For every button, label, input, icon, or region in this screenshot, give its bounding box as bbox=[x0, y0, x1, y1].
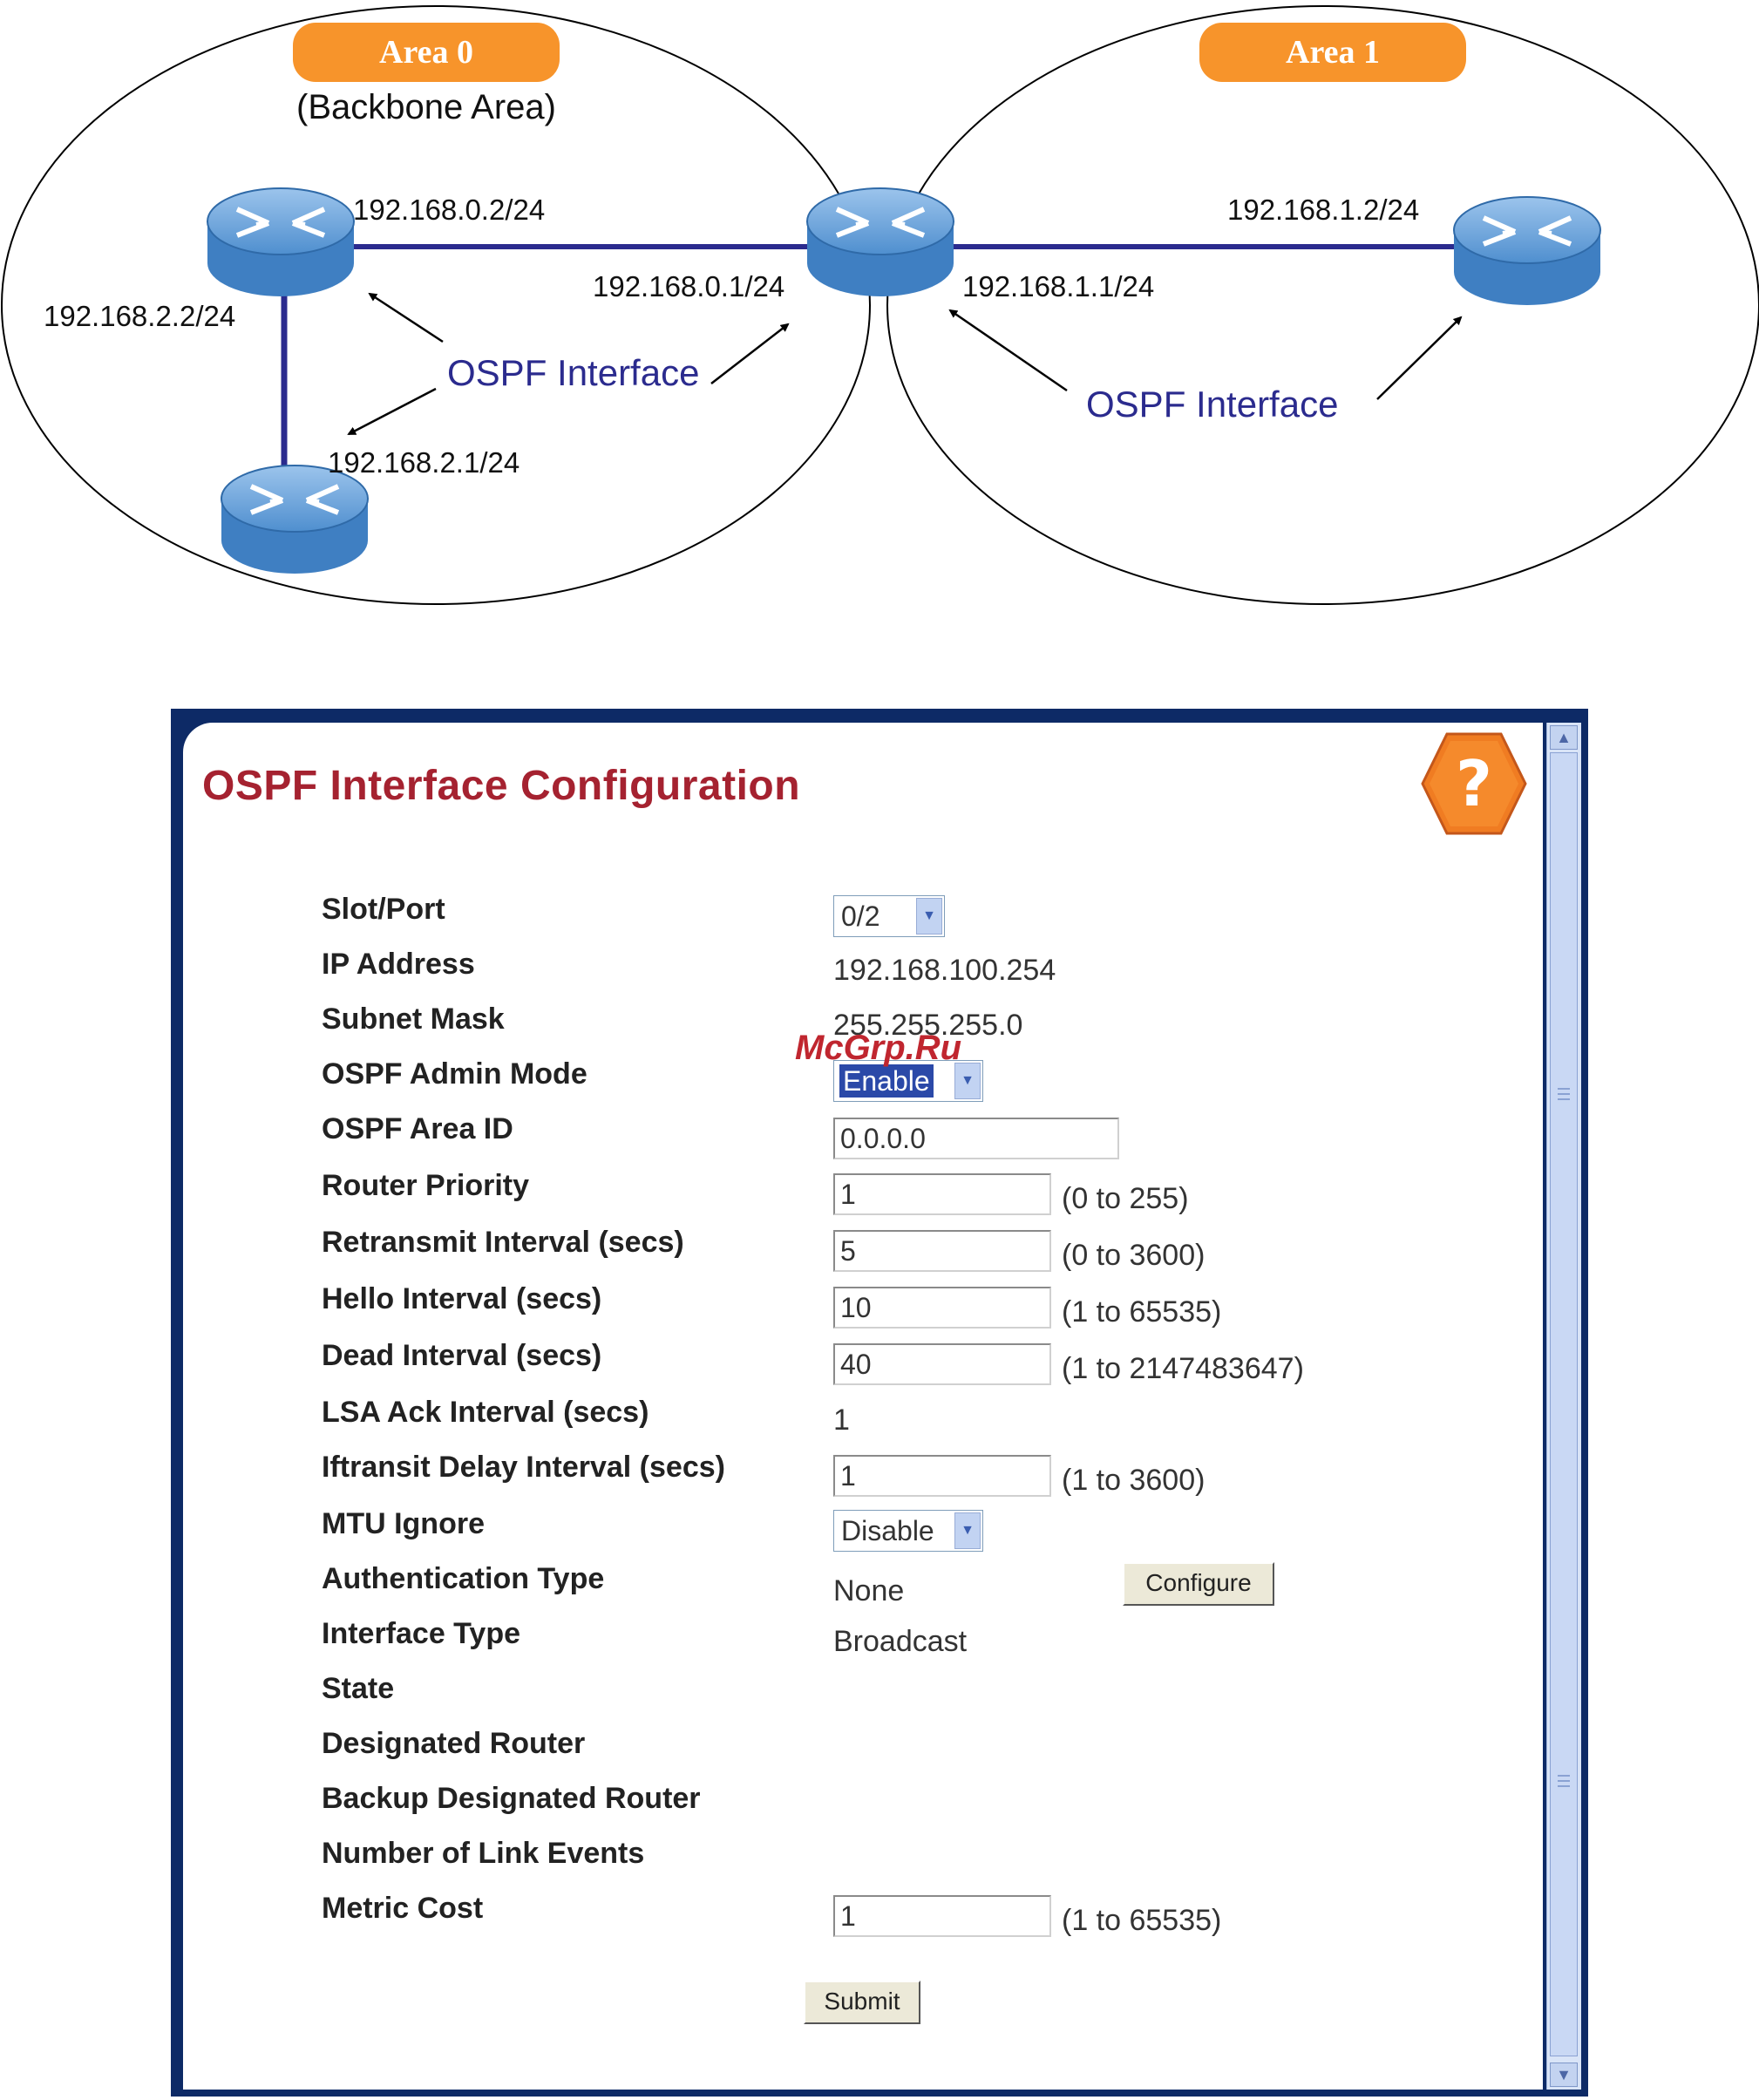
admin-mode-label: OSPF Admin Mode bbox=[322, 1057, 587, 1091]
ospf-interface-label: OSPF Interface bbox=[447, 352, 699, 393]
backup-dr-label: Backup Designated Router bbox=[322, 1782, 701, 1815]
mtu-ignore-value: Disable bbox=[841, 1515, 934, 1546]
router-priority-input[interactable] bbox=[833, 1173, 1051, 1215]
ospf-area-diagram: Area 0 (Backbone Area) Area 1 192.168.0.… bbox=[1, 5, 1759, 605]
metric-cost-range: (1 to 65535) bbox=[1062, 1904, 1222, 1937]
ip-label: 192.168.2.2/24 bbox=[44, 300, 235, 332]
ip-label: 192.168.2.1/24 bbox=[328, 446, 520, 479]
hello-interval-input[interactable] bbox=[833, 1287, 1051, 1329]
help-icon[interactable]: ? bbox=[1421, 731, 1527, 837]
retransmit-interval-range: (0 to 3600) bbox=[1062, 1239, 1205, 1272]
router-icon bbox=[806, 187, 954, 296]
area1-boundary bbox=[886, 5, 1759, 605]
router-icon bbox=[207, 187, 355, 296]
router-icon bbox=[221, 465, 369, 574]
chevron-down-icon[interactable]: ▼ bbox=[954, 1063, 981, 1099]
area-id-input[interactable] bbox=[833, 1118, 1119, 1159]
arrow-icon bbox=[1376, 316, 1463, 400]
grip-icon bbox=[1558, 1780, 1570, 1782]
mtu-ignore-select[interactable]: Disable ▼ bbox=[833, 1510, 983, 1552]
grip-icon bbox=[1558, 1098, 1570, 1100]
auth-type-label: Authentication Type bbox=[322, 1562, 605, 1595]
scroll-down-icon[interactable]: ▼ bbox=[1550, 2063, 1578, 2087]
admin-mode-value: Enable bbox=[839, 1064, 934, 1098]
dead-interval-label: Dead Interval (secs) bbox=[322, 1339, 602, 1372]
mtu-ignore-label: MTU Ignore bbox=[322, 1507, 485, 1540]
grip-icon bbox=[1558, 1088, 1570, 1090]
slot-port-value: 0/2 bbox=[841, 900, 880, 932]
router-priority-range: (0 to 255) bbox=[1062, 1182, 1189, 1215]
ospf-interface-label: OSPF Interface bbox=[1086, 384, 1338, 425]
configure-button[interactable]: Configure bbox=[1123, 1562, 1274, 1606]
auth-type-value: None bbox=[833, 1574, 905, 1607]
lsa-ack-interval-label: LSA Ack Interval (secs) bbox=[322, 1396, 649, 1429]
state-label: State bbox=[322, 1672, 395, 1705]
ip-address-label: IP Address bbox=[322, 948, 475, 981]
ip-address-value: 192.168.100.254 bbox=[833, 954, 1056, 987]
router-icon bbox=[1453, 196, 1601, 305]
ip-label: 192.168.1.1/24 bbox=[962, 270, 1154, 302]
slot-port-label: Slot/Port bbox=[322, 893, 445, 926]
slot-port-select[interactable]: 0/2 ▼ bbox=[833, 895, 945, 937]
page-title: OSPF Interface Configuration bbox=[202, 763, 801, 809]
metric-cost-label: Metric Cost bbox=[322, 1892, 484, 1925]
arrow-icon bbox=[368, 292, 444, 343]
arrow-icon bbox=[948, 309, 1068, 392]
hello-interval-range: (1 to 65535) bbox=[1062, 1295, 1222, 1329]
designated-router-label: Designated Router bbox=[322, 1727, 586, 1760]
retransmit-interval-label: Retransmit Interval (secs) bbox=[322, 1226, 684, 1259]
hello-interval-label: Hello Interval (secs) bbox=[322, 1282, 602, 1315]
dead-interval-input[interactable] bbox=[833, 1343, 1051, 1385]
scroll-thumb[interactable] bbox=[1550, 752, 1578, 2056]
svg-text:?: ? bbox=[1456, 747, 1492, 820]
retransmit-interval-input[interactable] bbox=[833, 1230, 1051, 1272]
dead-interval-range: (1 to 2147483647) bbox=[1062, 1352, 1304, 1385]
subnet-mask-label: Subnet Mask bbox=[322, 1002, 505, 1036]
grip-icon bbox=[1558, 1775, 1570, 1777]
area-id-label: OSPF Area ID bbox=[322, 1112, 513, 1145]
link-events-label: Number of Link Events bbox=[322, 1837, 645, 1870]
watermark-text: McGrp.Ru bbox=[795, 1029, 962, 1067]
ip-label: 192.168.0.1/24 bbox=[593, 270, 784, 302]
ip-label: 192.168.1.2/24 bbox=[1227, 194, 1419, 226]
iftransit-delay-range: (1 to 3600) bbox=[1062, 1464, 1205, 1497]
area1-title: Area 1 bbox=[1286, 34, 1380, 71]
iftransit-delay-input[interactable] bbox=[833, 1455, 1051, 1497]
metric-cost-input[interactable] bbox=[833, 1895, 1051, 1937]
arrow-icon bbox=[710, 323, 790, 384]
ip-label: 192.168.0.2/24 bbox=[353, 194, 545, 226]
chevron-down-icon[interactable]: ▼ bbox=[954, 1512, 981, 1549]
vertical-scrollbar[interactable]: ▲ ▼ bbox=[1546, 723, 1581, 2090]
lsa-ack-interval-value: 1 bbox=[833, 1403, 850, 1437]
interface-type-label: Interface Type bbox=[322, 1617, 521, 1650]
area0-title: Area 0 bbox=[379, 34, 473, 71]
scroll-up-icon[interactable]: ▲ bbox=[1550, 725, 1578, 750]
area0-subtitle: (Backbone Area) bbox=[296, 88, 556, 126]
chevron-down-icon[interactable]: ▼ bbox=[916, 898, 942, 934]
grip-icon bbox=[1558, 1785, 1570, 1787]
router-priority-label: Router Priority bbox=[322, 1169, 530, 1202]
interface-type-value: Broadcast bbox=[833, 1625, 968, 1658]
iftransit-delay-label: Iftransit Delay Interval (secs) bbox=[322, 1451, 725, 1484]
submit-button[interactable]: Submit bbox=[804, 1981, 920, 2024]
grip-icon bbox=[1558, 1093, 1570, 1095]
arrow-icon bbox=[347, 387, 437, 436]
